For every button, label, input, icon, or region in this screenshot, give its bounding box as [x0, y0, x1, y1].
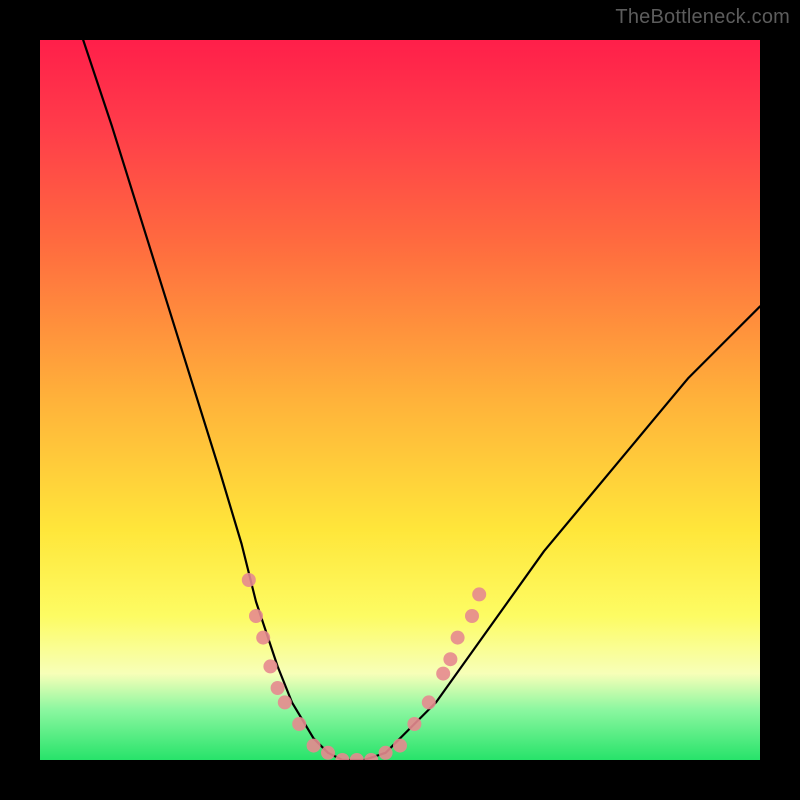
bottleneck-curve: [40, 40, 760, 760]
chart-frame: TheBottleneck.com: [0, 0, 800, 800]
measured-points: [40, 40, 760, 760]
watermark-text: TheBottleneck.com: [615, 6, 790, 29]
plot-area: [40, 40, 760, 760]
